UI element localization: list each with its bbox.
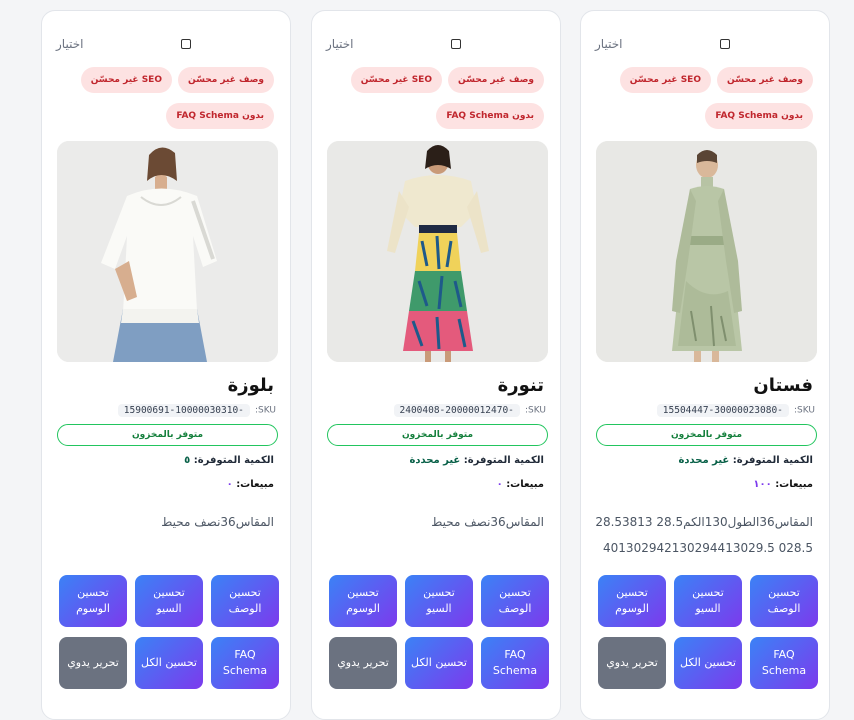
improve-description-button[interactable]: تحسين الوصف bbox=[211, 575, 279, 627]
faq-schema-button[interactable]: FAQ Schema bbox=[211, 637, 279, 689]
action-buttons: تحسين الوصف تحسين السيو تحسين الوسوم FAQ… bbox=[327, 575, 549, 695]
product-grid: اختيار وصف غير محسّنSEO غير محسّنبدون FA… bbox=[0, 0, 854, 720]
quantity-value: غير محددة bbox=[678, 455, 730, 466]
quantity-value: ٥ bbox=[184, 455, 191, 466]
select-row: اختيار bbox=[56, 35, 276, 55]
product-description: المقاس36نصف محيط bbox=[431, 515, 544, 529]
sku-row: SKU: 15504447-30000023080- bbox=[656, 400, 815, 417]
sales-row: مبيعات: ٠ bbox=[227, 479, 274, 490]
quantity-value: غير محددة bbox=[409, 455, 461, 466]
sales-row: مبيعات: ١٠٠ bbox=[753, 479, 813, 490]
quantity-label: الكمية المتوفرة: bbox=[193, 455, 274, 466]
skirt-image bbox=[327, 141, 548, 362]
sales-row: مبيعات: ٠ bbox=[497, 479, 544, 490]
improve-tags-button[interactable]: تحسين الوسوم bbox=[59, 575, 127, 627]
improve-all-button[interactable]: تحسين الكل bbox=[135, 637, 203, 689]
manual-edit-button[interactable]: تحرير يدوي bbox=[59, 637, 127, 689]
tag-description-not-optimized: وصف غير محسّن bbox=[177, 67, 274, 93]
sku-value: 15504447-30000023080- bbox=[656, 404, 789, 417]
status-tags: وصف غير محسّنSEO غير محسّن بدون FAQ Schem… bbox=[54, 67, 274, 139]
improve-tags-button[interactable]: تحسين الوسوم bbox=[598, 575, 666, 627]
sales-label: مبيعات: bbox=[775, 479, 813, 490]
quantity-row: الكمية المتوفرة: غير محددة bbox=[678, 455, 813, 466]
action-buttons: تحسين الوصف تحسين السيو تحسين الوسوم FAQ… bbox=[596, 575, 818, 695]
select-checkbox[interactable] bbox=[720, 39, 730, 49]
select-row: اختيار bbox=[326, 35, 546, 55]
improve-seo-button[interactable]: تحسين السيو bbox=[405, 575, 473, 627]
select-label: اختيار bbox=[326, 37, 354, 51]
sku-label: SKU: bbox=[254, 405, 276, 416]
product-card: اختيار وصف غير محسّنSEO غير محسّن بدون FA… bbox=[41, 10, 291, 720]
sku-row: SKU: 2400408-20000012470- bbox=[393, 400, 546, 417]
action-buttons: تحسين الوصف تحسين السيو تحسين الوسوم FAQ… bbox=[57, 575, 279, 695]
improve-seo-button[interactable]: تحسين السيو bbox=[135, 575, 203, 627]
tag-seo-not-optimized: SEO غير محسّن bbox=[350, 67, 442, 93]
product-title: بلوزة bbox=[227, 375, 274, 396]
stock-badge: متوفر بالمخزون bbox=[327, 424, 548, 446]
tag-no-faq-schema: بدون FAQ Schema bbox=[436, 103, 544, 129]
tag-seo-not-optimized: SEO غير محسّن bbox=[80, 67, 172, 93]
product-card: اختيار وصف غير محسّنSEO غير محسّن بدون FA… bbox=[580, 10, 830, 720]
improve-tags-button[interactable]: تحسين الوسوم bbox=[329, 575, 397, 627]
tag-no-faq-schema: بدون FAQ Schema bbox=[166, 103, 274, 129]
improve-description-button[interactable]: تحسين الوصف bbox=[481, 575, 549, 627]
product-image[interactable] bbox=[57, 141, 278, 362]
stock-badge: متوفر بالمخزون bbox=[596, 424, 817, 446]
product-image[interactable] bbox=[327, 141, 548, 362]
product-title: فستان bbox=[753, 375, 813, 396]
sales-value: ٠ bbox=[496, 479, 503, 490]
product-card: اختيار وصف غير محسّنSEO غير محسّن بدون FA… bbox=[311, 10, 561, 720]
manual-edit-button[interactable]: تحرير يدوي bbox=[329, 637, 397, 689]
select-checkbox[interactable] bbox=[181, 39, 191, 49]
quantity-row: الكمية المتوفرة: ٥ bbox=[184, 455, 274, 466]
sku-label: SKU: bbox=[524, 405, 546, 416]
select-label: اختيار bbox=[595, 37, 623, 51]
improve-seo-button[interactable]: تحسين السيو bbox=[674, 575, 742, 627]
faq-schema-button[interactable]: FAQ Schema bbox=[750, 637, 818, 689]
manual-edit-button[interactable]: تحرير يدوي bbox=[598, 637, 666, 689]
sales-value: ٠ bbox=[226, 479, 233, 490]
quantity-label: الكمية المتوفرة: bbox=[732, 455, 813, 466]
tag-description-not-optimized: وصف غير محسّن bbox=[716, 67, 813, 93]
tag-seo-not-optimized: SEO غير محسّن bbox=[619, 67, 711, 93]
dress-image bbox=[596, 141, 817, 362]
sku-value: 2400408-20000012470- bbox=[393, 404, 520, 417]
sales-label: مبيعات: bbox=[236, 479, 274, 490]
product-description: المقاس36الطول130الكم28.5 28.53813028.5 4… bbox=[595, 515, 813, 555]
product-title: تنورة bbox=[497, 375, 544, 396]
quantity-label: الكمية المتوفرة: bbox=[463, 455, 544, 466]
select-label: اختيار bbox=[56, 37, 84, 51]
stock-badge: متوفر بالمخزون bbox=[57, 424, 278, 446]
improve-all-button[interactable]: تحسين الكل bbox=[674, 637, 742, 689]
sku-label: SKU: bbox=[793, 405, 815, 416]
tag-no-faq-schema: بدون FAQ Schema bbox=[705, 103, 813, 129]
select-row: اختيار bbox=[595, 35, 815, 55]
sku-row: SKU: 15900691-10000030310- bbox=[117, 400, 276, 417]
status-tags: وصف غير محسّنSEO غير محسّن بدون FAQ Schem… bbox=[593, 67, 813, 139]
tag-description-not-optimized: وصف غير محسّن bbox=[447, 67, 544, 93]
sales-value: ١٠٠ bbox=[753, 479, 772, 490]
blouse-image bbox=[57, 141, 278, 362]
improve-all-button[interactable]: تحسين الكل bbox=[405, 637, 473, 689]
sku-value: 15900691-10000030310- bbox=[117, 404, 250, 417]
select-checkbox[interactable] bbox=[451, 39, 461, 49]
product-image[interactable] bbox=[596, 141, 817, 362]
quantity-row: الكمية المتوفرة: غير محددة bbox=[409, 455, 544, 466]
improve-description-button[interactable]: تحسين الوصف bbox=[750, 575, 818, 627]
status-tags: وصف غير محسّنSEO غير محسّن بدون FAQ Schem… bbox=[324, 67, 544, 139]
faq-schema-button[interactable]: FAQ Schema bbox=[481, 637, 549, 689]
sales-label: مبيعات: bbox=[506, 479, 544, 490]
product-description: المقاس36نصف محيط bbox=[161, 515, 274, 529]
